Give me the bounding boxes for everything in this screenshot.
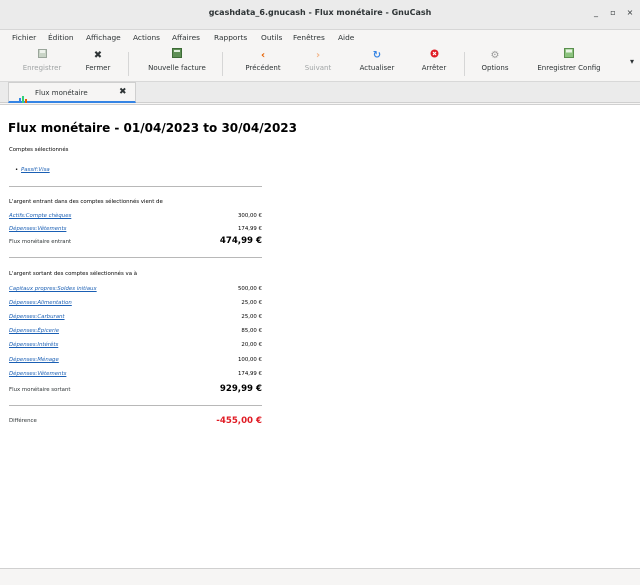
money-out-account-link[interactable]: Capitaux propres:Soldes initiaux <box>9 286 97 292</box>
gear-icon: ⚙ <box>490 50 500 61</box>
money-in-amount: 300,00 € <box>237 213 262 219</box>
toolbar-separator <box>464 52 465 76</box>
selected-account-link[interactable]: Passif:Visa <box>21 167 50 173</box>
money-out-account-link[interactable]: Dépenses:Alimentation <box>9 300 72 306</box>
money-out-amount: 85,00 € <box>241 328 262 334</box>
money-out-account-link[interactable]: Dépenses:Épicerie <box>9 328 59 334</box>
new-invoice-icon <box>140 48 214 64</box>
stop-button[interactable]: Arrêter <box>412 48 456 80</box>
new-invoice-button[interactable]: Nouvelle facture <box>140 48 214 80</box>
money-in-amount: 174,99 € <box>237 226 262 232</box>
money-out-amount: 174,99 € <box>237 371 262 377</box>
tab-bar: Flux monétaire ✖ <box>0 82 640 103</box>
close-icon: ✖ <box>93 50 103 61</box>
money-in-account-link[interactable]: Actifs:Compte chèques <box>9 213 71 219</box>
report-chart-icon <box>19 88 29 103</box>
money-out-total: 929,99 € <box>219 384 262 394</box>
money-out-account-link[interactable]: Dépenses:Intérêts <box>9 342 58 348</box>
menu-rapports[interactable]: Rapports <box>214 33 247 42</box>
save-button[interactable]: Enregistrer <box>16 48 68 80</box>
tab-close-icon[interactable]: ✖ <box>119 87 127 97</box>
menu-affichage[interactable]: Affichage <box>86 33 121 42</box>
money-out-account-link[interactable]: Dépenses:Carburant <box>9 314 65 320</box>
menu-fichier[interactable]: Fichier <box>12 33 36 42</box>
money-out-account-link[interactable]: Dépenses:Vêtements <box>9 371 66 377</box>
refresh-button[interactable]: ↻ Actualiser <box>348 48 406 80</box>
report-title: Flux monétaire - 01/04/2023 to 30/04/202… <box>8 121 298 135</box>
maximize-button[interactable]: ▫ <box>607 8 619 17</box>
tab-label: Flux monétaire <box>35 89 88 97</box>
previous-button[interactable]: ‹ Précédent <box>236 48 290 80</box>
save-config-icon <box>526 48 612 64</box>
menu-aide[interactable]: Aide <box>338 33 354 42</box>
tab-flux-monetaire[interactable]: Flux monétaire ✖ <box>8 82 136 103</box>
money-in-label: L'argent entrant dans des comptes sélect… <box>9 199 163 205</box>
chevron-down-icon: ▾ <box>629 57 634 66</box>
selected-accounts-label: Comptes sélectionnés <box>9 147 69 153</box>
menu-edition[interactable]: Édition <box>48 33 74 42</box>
menu-fenetres[interactable]: Fenêtres <box>293 33 325 42</box>
money-out-amount: 25,00 € <box>241 314 262 320</box>
stop-icon <box>412 48 456 64</box>
refresh-icon: ↻ <box>372 50 382 61</box>
money-in-total-label: Flux monétaire entrant <box>9 239 72 245</box>
money-out-amount: 20,00 € <box>241 342 262 348</box>
save-icon <box>16 48 68 64</box>
minimize-button[interactable]: _ <box>590 8 602 17</box>
divider <box>9 405 262 406</box>
status-bar <box>0 568 640 585</box>
divider <box>9 257 262 258</box>
money-in-account-link[interactable]: Dépenses:Vêtements <box>9 226 66 232</box>
money-out-label: L'argent sortant des comptes sélectionné… <box>9 271 138 277</box>
menu-affaires[interactable]: Affaires <box>172 33 200 42</box>
money-out-total-label: Flux monétaire sortant <box>9 387 71 393</box>
menu-bar: Fichier Édition Affichage Actions Affair… <box>0 30 640 46</box>
divider <box>9 186 262 187</box>
options-button[interactable]: ⚙ Options <box>472 48 518 80</box>
save-config-button[interactable]: Enregistrer Config <box>526 48 612 80</box>
close-window-button[interactable]: × <box>624 8 636 17</box>
window-title: gcashdata_6.gnucash - Flux monétaire - G… <box>208 8 432 17</box>
report-view: Flux monétaire - 01/04/2023 to 30/04/202… <box>0 104 640 568</box>
money-out-amount: 25,00 € <box>241 300 262 306</box>
menu-outils[interactable]: Outils <box>261 33 282 42</box>
money-out-account-link[interactable]: Dépenses:Ménage <box>9 357 59 363</box>
money-out-amount: 500,00 € <box>237 286 262 292</box>
difference-label: Différence <box>9 418 37 424</box>
arrow-left-icon: ‹ <box>260 50 266 61</box>
arrow-right-icon: › <box>315 50 321 61</box>
difference-total: -455,00 € <box>216 416 262 426</box>
next-button[interactable]: › Suivant <box>296 48 340 80</box>
toolbar-separator <box>222 52 223 76</box>
close-button[interactable]: ✖ Fermer <box>78 48 118 80</box>
money-in-total: 474,99 € <box>219 236 262 246</box>
window-titlebar: gcashdata_6.gnucash - Flux monétaire - G… <box>0 0 640 30</box>
toolbar-separator <box>128 52 129 76</box>
money-out-amount: 100,00 € <box>237 357 262 363</box>
toolbar: Enregistrer ✖ Fermer Nouvelle facture ‹ … <box>0 46 640 82</box>
bullet-icon: • <box>15 167 19 173</box>
menu-actions[interactable]: Actions <box>133 33 160 42</box>
